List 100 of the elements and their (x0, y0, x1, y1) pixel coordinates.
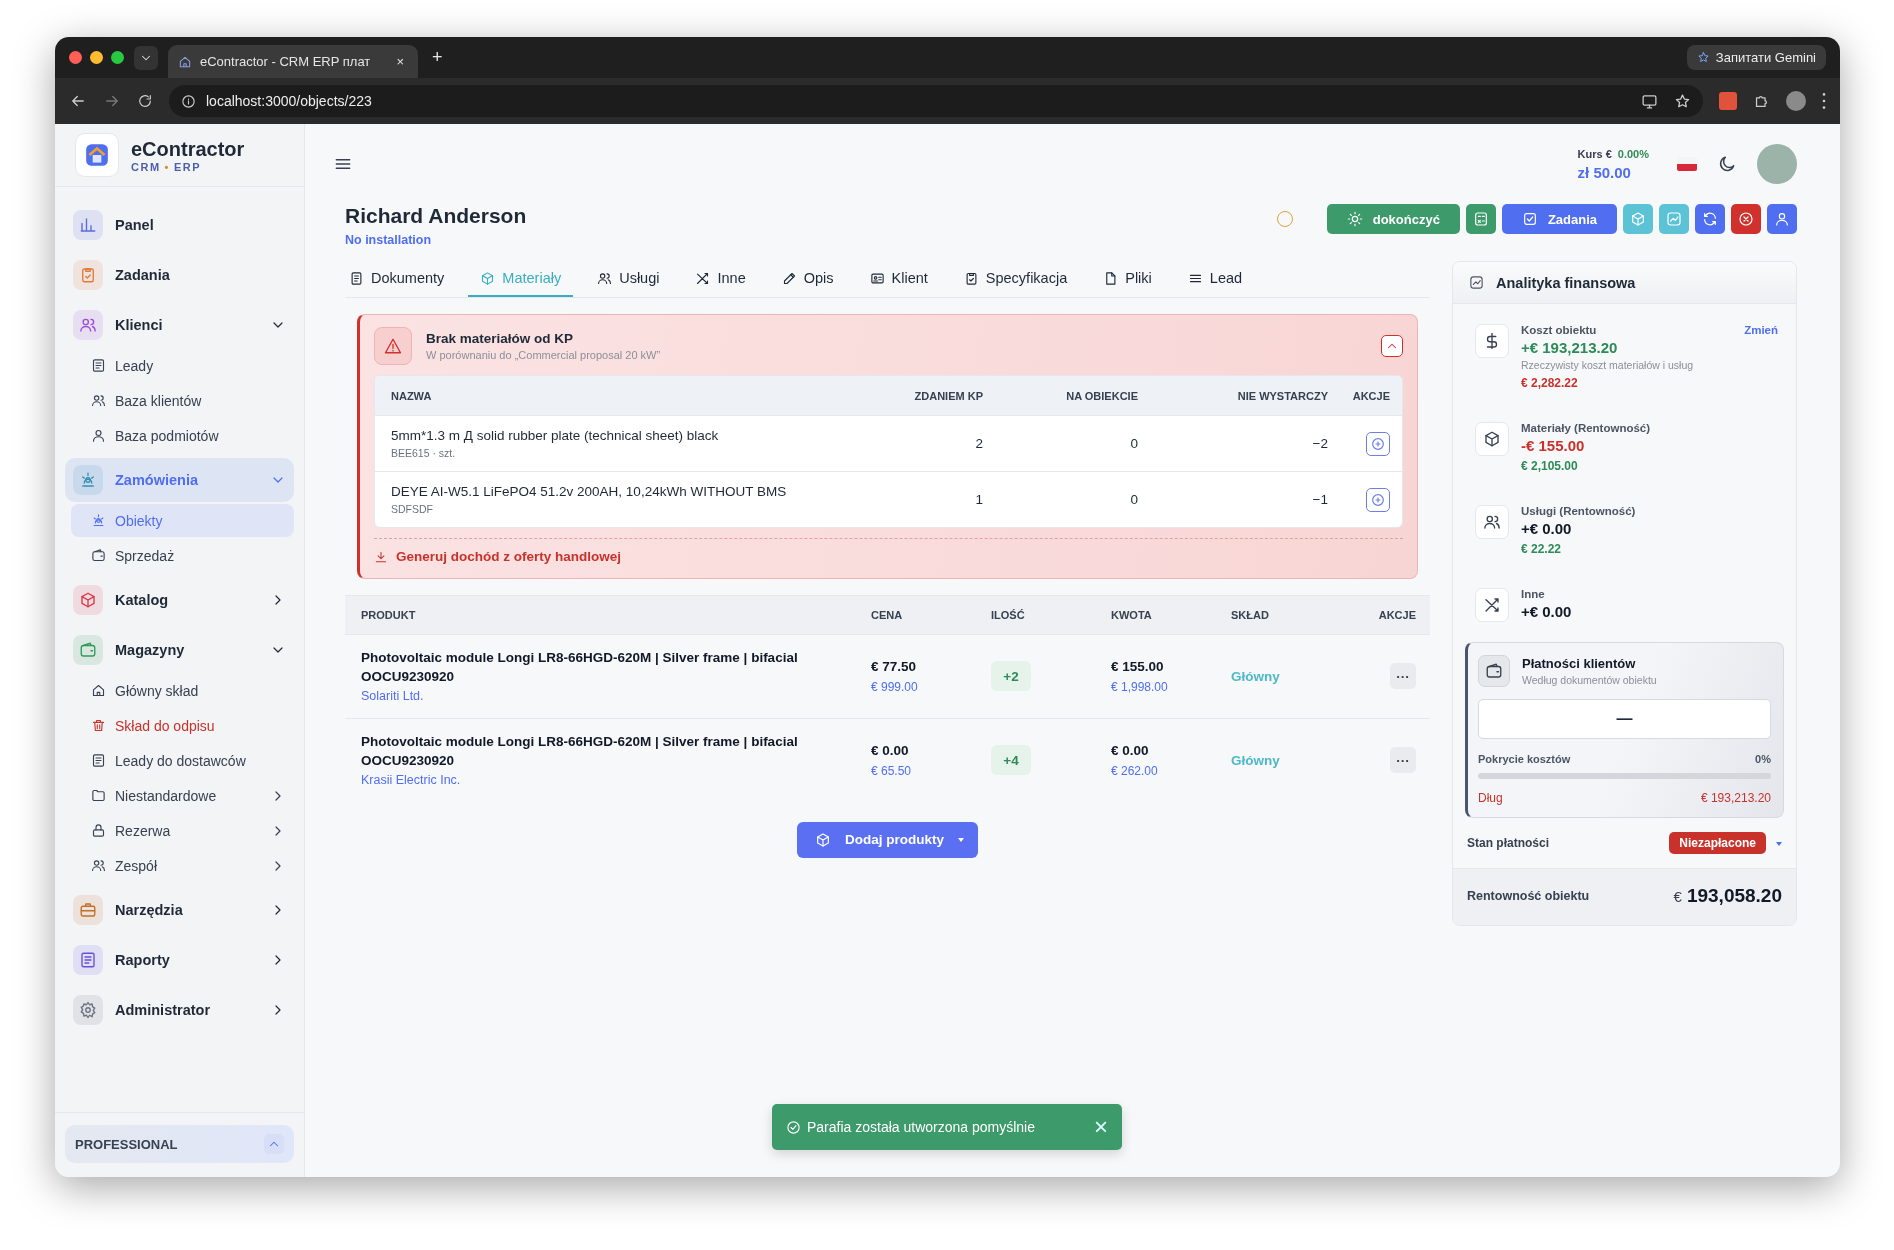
column-header: AKCJE (1351, 389, 1390, 402)
product-name: Photovoltaic module Longi LR8-66HGD-620M | Silver frame | bifacial OOCU9230920 (361, 733, 799, 770)
user-button[interactable] (1767, 204, 1797, 234)
more-icon[interactable] (1822, 93, 1826, 109)
plan-selector[interactable]: PROFESSIONAL (65, 1125, 294, 1163)
app-tagline: ERP (173, 160, 202, 173)
rate-label: Kurs € (1577, 147, 1612, 160)
column-header: PRODUKT (361, 608, 417, 621)
more-button[interactable]: ··· (1390, 747, 1416, 773)
metric-secondary: € 2,105.00 (1521, 459, 1579, 473)
sidebar-subitem[interactable]: Leady (71, 349, 294, 382)
profit-value: 193,058.20 (1686, 885, 1782, 907)
product-name: Photovoltaic module Longi LR8-66HGD-620M | Silver frame | bifacial OOCU9230920 (361, 649, 799, 686)
tab[interactable]: Klient (857, 261, 940, 297)
sidebar-item[interactable]: Zadania (65, 253, 294, 297)
new-tab-button[interactable]: + (428, 47, 447, 68)
user-avatar[interactable] (1757, 144, 1797, 184)
refresh-button[interactable] (1695, 204, 1725, 234)
tab[interactable]: Usługi (585, 261, 672, 297)
profit-label: Rentowność obiektu (1467, 889, 1590, 903)
checkbox-icon (1521, 211, 1538, 227)
debt-value: € 193,213.20 (1700, 791, 1771, 805)
tab[interactable]: Specyfikacja (951, 261, 1080, 297)
sidebar-subitem[interactable]: Niestandardowe (71, 779, 294, 812)
refresh-icon (1702, 211, 1718, 227)
sidebar-subitem[interactable]: Skład do odpisu (71, 709, 294, 742)
metric-secondary: € 2,282.22 (1521, 376, 1579, 390)
tab[interactable]: Dokumenty (345, 261, 457, 297)
metric-value: +€ 0.00 (1521, 603, 1573, 620)
metric-label: Usługi (Rentowność) (1521, 505, 1636, 517)
install-icon (1641, 92, 1658, 110)
payment-status-badge[interactable]: Niezapłacone (1669, 832, 1766, 854)
metric-label: Koszt obiektu (1521, 324, 1597, 336)
table-cell-text: 0 (1129, 492, 1138, 507)
sidebar-item[interactable]: Klienci (65, 303, 294, 347)
moon-icon (1717, 154, 1737, 174)
add-button[interactable] (1366, 487, 1390, 512)
minimize-window-icon[interactable] (90, 51, 103, 64)
box-icon (480, 270, 496, 286)
close-window-icon[interactable] (69, 51, 82, 64)
table-cell-text: 0 (1129, 436, 1138, 451)
sidebar-item[interactable]: Raporty (65, 938, 294, 982)
profile-avatar[interactable] (1786, 91, 1806, 111)
address-bar[interactable]: localhost:3000/objects/223 (169, 85, 1703, 117)
sidebar-item[interactable]: Katalog (65, 578, 294, 622)
sun-icon (1346, 211, 1363, 227)
amount: € 0.00 (1111, 742, 1150, 758)
metric-secondary: € 22.22 (1521, 542, 1563, 556)
flag-icon[interactable] (1677, 157, 1697, 171)
maximize-window-icon[interactable] (111, 51, 124, 64)
home-icon (91, 683, 106, 698)
sidebar-item[interactable]: Narzędzia (65, 888, 294, 932)
sidebar-subitem[interactable]: Baza klientów (71, 384, 294, 417)
close-tab-button[interactable]: × (392, 54, 408, 69)
browser-tab[interactable]: eContractor - CRM ERP плат × (168, 45, 418, 78)
sidebar-subitem[interactable]: Obiekty (71, 504, 294, 537)
wallet-icon (1485, 662, 1503, 680)
supplier-link[interactable]: Krasii Electric Inc. (361, 772, 871, 787)
column-header: ILOŚĆ (991, 608, 1026, 621)
collapse-button[interactable] (1381, 335, 1403, 357)
users-icon (79, 316, 97, 334)
payments-title: Płatności klientów (1522, 656, 1637, 671)
sidebar-subitem[interactable]: Leady do dostawców (71, 744, 294, 777)
add-products-button[interactable]: Dodaj produkty (797, 821, 978, 858)
tab[interactable]: Pliki (1091, 261, 1164, 297)
warning-icon (384, 337, 402, 355)
building-icon (91, 513, 106, 528)
sidebar-subitem[interactable]: Sprzedaż (71, 539, 294, 572)
sidebar-subitem[interactable]: Baza podmiotów (71, 419, 294, 452)
tab[interactable]: Opis (769, 261, 846, 297)
material-name: DEYE AI-W5.1 LiFePO4 51.2v 200AH, 10,24kWh WITHOUT BMS (391, 484, 788, 499)
action-button[interactable]: Zadania (1501, 204, 1617, 234)
table-cell-text: −2 (1311, 436, 1328, 451)
sidebar-subitem[interactable]: Zespół (71, 849, 294, 882)
table-cell-text: 1 (974, 492, 983, 507)
sidebar-subitem[interactable]: Rezerwa (71, 814, 294, 847)
change-link[interactable]: Zmień (1744, 324, 1778, 336)
list-icon (91, 358, 106, 373)
supplier-link[interactable]: Solariti Ltd. (361, 688, 871, 703)
tab[interactable]: Inne (683, 261, 758, 297)
material-code: BEE615 · szt. (391, 447, 457, 459)
close-button[interactable] (1731, 204, 1761, 234)
sidebar-subitem[interactable]: Główny skład (71, 674, 294, 707)
sidebar-item[interactable]: Panel (65, 203, 294, 247)
table-cell-text: 2 (974, 436, 983, 451)
table-cell-text: −1 (1311, 492, 1328, 507)
sidebar-item[interactable]: Magazyny (65, 628, 294, 672)
add-button[interactable] (1366, 431, 1390, 456)
more-button[interactable]: ··· (1390, 663, 1416, 689)
gemini-button[interactable]: Запитати Gemini (1686, 45, 1826, 70)
calculator-button[interactable] (1465, 204, 1496, 234)
metric-value: -€ 155.00 (1521, 437, 1586, 454)
tab-list-button[interactable] (134, 45, 158, 70)
object-subtitle: No installation (345, 233, 433, 247)
generate-link[interactable]: Generuj dochód z oferty handlowej (374, 549, 622, 564)
chart-icon (79, 216, 97, 234)
column-header: AKCJE (1377, 608, 1416, 621)
clipboard-icon (963, 270, 979, 286)
tab[interactable]: Lead (1175, 261, 1255, 297)
sidebar-item[interactable]: Administrator (65, 988, 294, 1032)
